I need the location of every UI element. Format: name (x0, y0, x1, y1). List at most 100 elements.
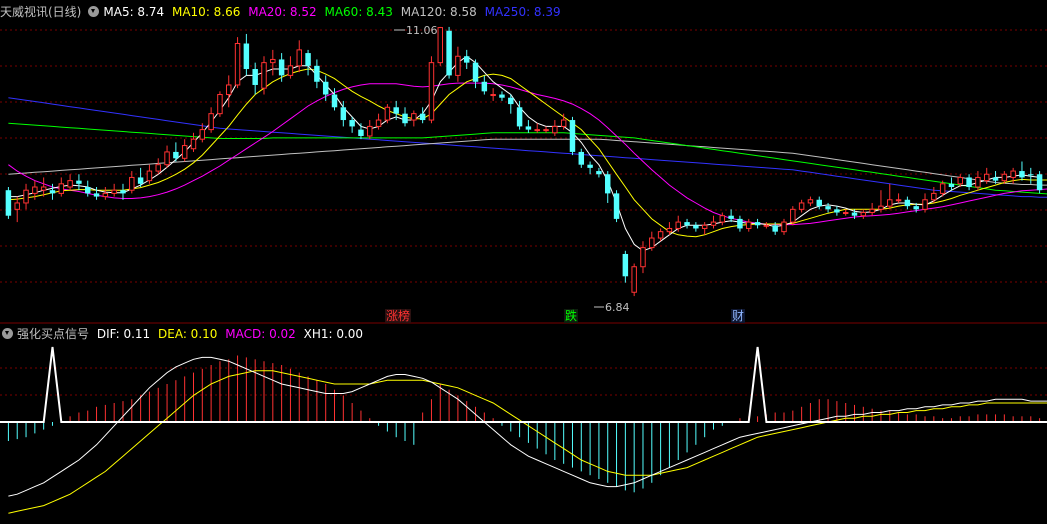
candle-body (278, 59, 285, 76)
ma10-line (8, 68, 1047, 238)
candle (534, 123, 540, 133)
tag-die[interactable]: 跌 (564, 309, 579, 323)
candle-body (657, 231, 664, 239)
candle-body (596, 171, 602, 175)
candle (23, 183, 29, 210)
candle (790, 206, 796, 226)
candle (102, 187, 109, 200)
candle-body (173, 151, 179, 159)
candle (737, 215, 743, 232)
candle (869, 202, 875, 216)
macd-value: MACD: 0.02 (225, 327, 296, 341)
candle (763, 222, 770, 229)
main-chart-header: 天威视讯(日线) MA5: 8.74 MA10: 8.66 MA20: 8.52 … (0, 3, 565, 21)
candle-body (129, 176, 135, 191)
candle (1036, 171, 1043, 194)
candle (463, 49, 470, 70)
candle (367, 120, 373, 140)
candle-body (67, 180, 73, 188)
candle-body (5, 190, 12, 216)
low-price-marker: 6.84 (594, 301, 630, 314)
candle (5, 187, 12, 219)
candle-body (975, 176, 981, 188)
candle-body (675, 221, 681, 229)
candle (446, 26, 452, 79)
candle-body (763, 224, 770, 227)
candle-body (1028, 174, 1034, 176)
kline-chart[interactable]: 11.06 6.84 (0, 0, 1047, 524)
candle (728, 209, 734, 223)
candle-body (957, 176, 964, 185)
candle-body (543, 129, 549, 132)
candle-body (684, 222, 690, 226)
candle-body (604, 174, 611, 194)
candle-body (375, 119, 382, 127)
candle (181, 139, 188, 162)
candle-body (331, 94, 338, 108)
candle-body (208, 113, 214, 131)
candle-body (411, 113, 417, 121)
candle (472, 59, 479, 89)
candle-body (393, 107, 399, 114)
candle-body (737, 218, 743, 229)
candle (904, 196, 911, 210)
candle (217, 91, 223, 117)
ma250-value: MA250: 8.39 (484, 5, 561, 19)
candle (631, 263, 637, 297)
candle-body (825, 206, 831, 210)
candle-body (922, 199, 928, 210)
candle (402, 107, 408, 127)
candle (67, 174, 73, 191)
candle (234, 37, 241, 89)
candle (719, 212, 726, 226)
dif-value: DIF: 0.11 (96, 327, 151, 341)
candle (93, 187, 100, 200)
candle (40, 177, 47, 197)
dropdown-circle-icon[interactable] (88, 6, 100, 17)
candle-body (40, 186, 47, 191)
candle (693, 222, 699, 232)
candle (226, 75, 232, 108)
stock-title: 天威视讯(日线) (0, 5, 82, 19)
candle-body (314, 65, 320, 82)
candle (1019, 161, 1025, 181)
candle (490, 88, 496, 101)
dea-value: DEA: 0.10 (158, 327, 218, 341)
candle-body (296, 49, 302, 67)
candle (190, 132, 197, 152)
indicator-dropdown-icon[interactable] (2, 328, 13, 339)
candle-body (367, 125, 373, 137)
candle-body (834, 209, 840, 213)
candle-body (287, 65, 294, 76)
candle-body (719, 215, 726, 223)
tag-zhangbang[interactable]: 涨榜 (385, 309, 412, 323)
candle (895, 193, 902, 203)
candle (649, 231, 655, 251)
candle-body (463, 56, 470, 63)
candle-body (931, 192, 937, 201)
candle-body (851, 212, 858, 216)
candle-body (666, 227, 673, 233)
candle-body (102, 192, 109, 198)
ma120-value: MA120: 8.58 (400, 5, 477, 19)
candle (781, 218, 787, 235)
candle-body (860, 212, 867, 217)
tag-cai[interactable]: 财 (731, 309, 746, 323)
candle-body (137, 177, 144, 184)
candle (111, 183, 117, 197)
candle (834, 206, 840, 216)
candle-body (578, 151, 585, 165)
candlesticks[interactable] (5, 26, 1043, 297)
candle (684, 218, 690, 229)
candle-body (798, 202, 805, 210)
candle-body (746, 221, 752, 229)
low-price-label: 6.84 (605, 301, 630, 314)
candle-body (84, 187, 91, 194)
candle-body (587, 164, 593, 168)
candle (155, 158, 161, 175)
candle (296, 40, 302, 73)
candle (816, 196, 822, 210)
candle-body (807, 199, 814, 204)
candle-body (455, 55, 461, 76)
candle (807, 196, 814, 207)
